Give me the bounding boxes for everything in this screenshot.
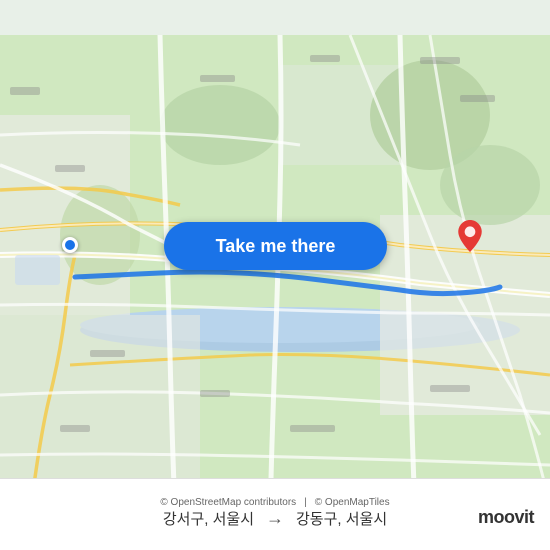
copyright-omt: © OpenMapTiles: [315, 497, 390, 508]
map-svg: [0, 0, 550, 550]
copyright-separator: |: [304, 497, 307, 508]
map-container: Take me there © OpenStreetMap contributo…: [0, 0, 550, 550]
origin-label: 강서구, 서울시: [163, 508, 254, 529]
bottom-bar: © OpenStreetMap contributors | © OpenMap…: [0, 478, 550, 550]
end-marker: [458, 220, 482, 252]
moovit-logo-text: moovit: [478, 507, 534, 527]
moovit-logo: moovit: [478, 507, 534, 528]
copyright-bar: © OpenStreetMap contributors | © OpenMap…: [160, 497, 389, 508]
take-me-there-button[interactable]: Take me there: [164, 222, 387, 270]
start-marker: [62, 237, 78, 253]
route-info: 강서구, 서울시 → 강동구, 서울시: [163, 508, 387, 529]
route-arrow: →: [266, 508, 284, 529]
copyright-osm: © OpenStreetMap contributors: [160, 497, 296, 508]
destination-label: 강동구, 서울시: [296, 508, 387, 529]
